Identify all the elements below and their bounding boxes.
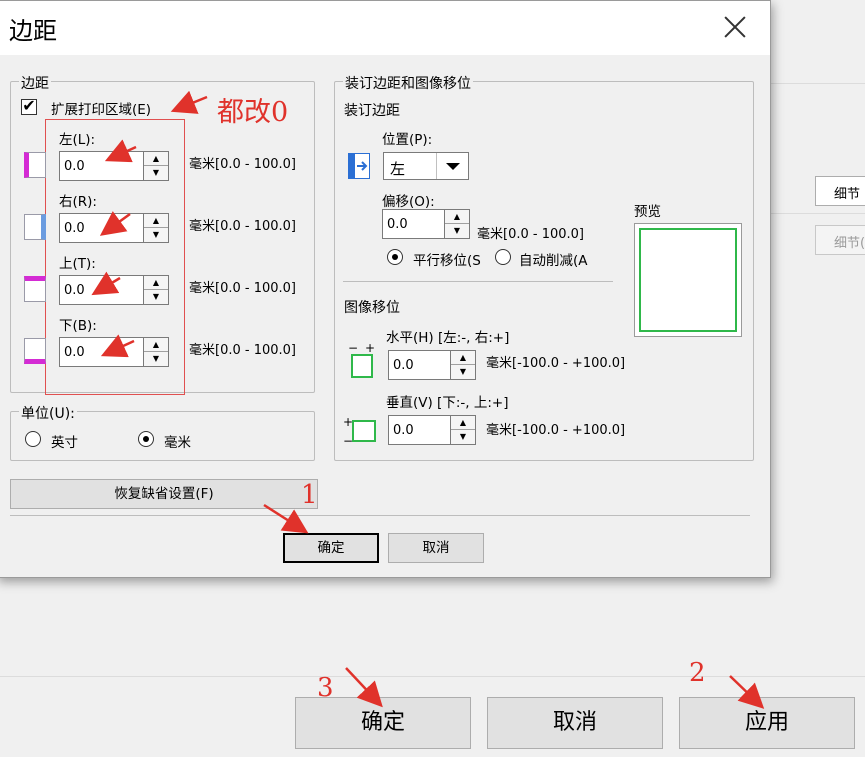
svg-text:−: − [348,343,358,355]
parallel-shift-radio[interactable] [387,249,403,265]
mm-radio[interactable] [138,431,154,447]
top-label: 上(T): [59,256,96,272]
preview-label: 预览 [634,204,661,220]
top-spinner[interactable]: 0.0 ▲ ▼ [59,275,171,305]
detail-button[interactable]: 细节 [815,176,865,206]
svg-text:+: + [365,343,375,355]
binding-legend: 装订边距和图像移位 [343,73,473,93]
svg-text:−: − [343,434,353,447]
spinner-arrows[interactable]: ▲ ▼ [143,151,169,181]
spinner-arrows[interactable]: ▲ ▼ [450,350,476,380]
spinner-arrows[interactable]: ▲ ▼ [450,415,476,445]
margins-dialog: 边距 边距 ✔ 扩展打印区域(E) 左(L): 0.0 ▲ ▼ 毫米[0.0 - … [0,0,771,578]
arrow-icon [345,667,383,708]
spinner-arrows[interactable]: ▲ ▼ [143,337,169,367]
bottom-margin-icon [24,338,46,364]
position-value: 左 [390,160,406,178]
cancel-button[interactable]: 取消 [388,533,484,563]
vertical-shift-icon: + − [343,415,377,448]
binding-title: 装订边距 [344,103,400,119]
offset-unit: 毫米[0.0 - 100.0] [477,227,584,242]
horizontal-spinner[interactable]: 0.0 ▲ ▼ [388,350,500,380]
horizontal-label: 水平(H) [左:-, 右:+] [386,330,510,346]
vertical-spinner[interactable]: 0.0 ▲ ▼ [388,415,500,445]
top-unit: 毫米[0.0 - 100.0] [189,281,296,296]
left-spinner[interactable]: 0.0 ▲ ▼ [59,151,171,181]
auto-cut-radio[interactable] [495,249,511,265]
bottom-label: 下(B): [59,318,97,334]
right-label: 右(R): [59,194,97,210]
margins-legend: 边距 [19,73,51,93]
inch-label: 英寸 [51,435,78,451]
vertical-input[interactable]: 0.0 [388,415,450,445]
auto-cut-label: 自动削减(A [519,253,588,269]
divider [0,676,865,677]
inch-radio[interactable] [25,431,41,447]
left-label: 左(L): [59,132,96,148]
spinner-arrows[interactable]: ▲ ▼ [444,209,470,239]
expand-print-area-checkbox[interactable]: ✔ [21,98,37,115]
expand-print-area-label: 扩展打印区域(E) [51,102,152,118]
left-input[interactable]: 0.0 [59,151,143,181]
chevron-down-icon[interactable] [436,153,468,179]
mm-label: 毫米 [164,435,191,451]
right-input[interactable]: 0.0 [59,213,143,243]
detail-button-disabled: 细节( [815,225,865,255]
spinner-arrows[interactable]: ▲ ▼ [143,275,169,305]
position-label: 位置(P): [382,132,433,148]
dialog-title: 边距 [9,17,57,45]
annotation-step3: 3 [317,673,334,703]
right-margin-icon [24,214,46,240]
left-margin-icon [24,152,46,178]
divider [771,213,865,214]
vertical-label: 垂直(V) [下:-, 上:+] [386,395,509,411]
bottom-unit: 毫米[0.0 - 100.0] [189,343,296,358]
divider [10,515,750,516]
top-input[interactable]: 0.0 [59,275,143,305]
horizontal-input[interactable]: 0.0 [388,350,450,380]
annotation-step1: 1 [301,480,318,510]
preview-box [634,223,742,337]
vertical-unit: 毫米[-100.0 - +100.0] [486,423,626,438]
spinner-arrows[interactable]: ▲ ▼ [143,213,169,243]
annotation-all-zero: 都改0 [217,97,289,128]
offset-label: 偏移(O): [382,194,435,210]
restore-defaults-button[interactable]: 恢复缺省设置(F) [10,479,318,509]
left-unit: 毫米[0.0 - 100.0] [189,157,296,172]
close-icon[interactable] [723,15,747,39]
main-apply-button[interactable]: 应用 [679,697,855,749]
annotation-step2: 2 [689,658,706,688]
title-bar: 边距 [0,1,770,55]
parallel-shift-label: 平行移位(S [413,253,481,269]
right-unit: 毫米[0.0 - 100.0] [189,219,296,234]
svg-text:+: + [343,415,353,429]
bottom-input[interactable]: 0.0 [59,337,143,367]
right-spinner[interactable]: 0.0 ▲ ▼ [59,213,171,243]
top-margin-icon [24,276,46,302]
image-shift-title: 图像移位 [344,300,400,316]
position-select[interactable]: 左 [383,152,469,180]
preview-page [639,228,737,332]
bottom-spinner[interactable]: 0.0 ▲ ▼ [59,337,171,367]
divider [771,83,865,84]
main-ok-button[interactable]: 确定 [295,697,471,749]
unit-legend: 单位(U): [19,403,77,423]
divider [343,281,613,282]
horizontal-unit: 毫米[-100.0 - +100.0] [486,356,626,371]
binding-left-icon [348,153,370,179]
main-cancel-button[interactable]: 取消 [487,697,663,749]
ok-button[interactable]: 确定 [283,533,379,563]
horizontal-shift-icon: − + [347,341,377,379]
offset-input[interactable]: 0.0 [382,209,444,239]
